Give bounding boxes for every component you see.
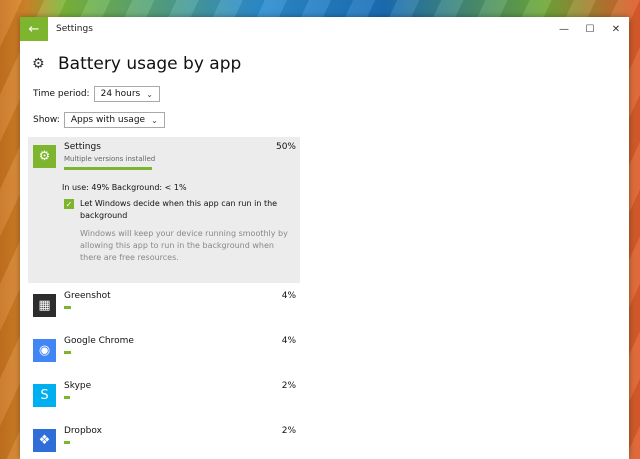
usage-bar	[64, 351, 152, 354]
dropbox-icon: ❖	[33, 429, 56, 452]
app-name: Dropbox	[64, 426, 102, 436]
page-title: Battery usage by app	[58, 54, 242, 74]
app-name: Settings	[64, 142, 101, 152]
window-title: Settings	[56, 24, 93, 34]
app-percent: 4%	[281, 336, 296, 346]
title-bar: ← Settings — ☐ ✕	[20, 17, 629, 41]
background-checkbox-row[interactable]: ✓ Let Windows decide when this app can r…	[64, 198, 300, 222]
usage-bar-fill	[64, 396, 70, 399]
usage-bar-fill	[64, 167, 152, 170]
settings-gear-icon: ⚙	[33, 145, 56, 168]
usage-bar	[64, 441, 152, 444]
time-period-label: Time period:	[33, 89, 90, 99]
expanded-app-item[interactable]: ⚙ Settings 50% Multiple versions install…	[28, 137, 300, 283]
show-dropdown[interactable]: Apps with usage ⌄	[63, 112, 165, 128]
usage-bar	[64, 167, 152, 170]
time-period-filter: Time period: 24 hours ⌄	[33, 86, 629, 102]
settings-window: ← Settings — ☐ ✕ ⚙ Battery usage by app …	[20, 17, 629, 459]
time-period-dropdown[interactable]: 24 hours ⌄	[93, 86, 160, 102]
gear-icon: ⚙	[32, 56, 45, 72]
chevron-down-icon: ⌄	[151, 115, 158, 125]
show-value: Apps with usage	[70, 115, 146, 125]
usage-bar	[64, 306, 152, 309]
chevron-down-icon: ⌄	[146, 89, 153, 99]
app-subtitle: Multiple versions installed	[64, 155, 156, 163]
maximize-button[interactable]: ☐	[577, 24, 603, 35]
checkbox-label: Let Windows decide when this app can run…	[80, 199, 278, 220]
app-name: Skype	[64, 381, 92, 391]
usage-bar-fill	[64, 306, 71, 309]
show-label: Show:	[33, 115, 60, 125]
background-description: Windows will keep your device running sm…	[80, 229, 288, 262]
app-percent: 50%	[275, 142, 296, 152]
show-filter: Show: Apps with usage ⌄	[33, 112, 629, 128]
skype-icon: S	[33, 384, 56, 407]
app-percent: 2%	[281, 426, 296, 436]
time-period-value: 24 hours	[100, 89, 141, 99]
app-percent: 2%	[281, 381, 296, 391]
app-list-item[interactable]: ▦ Greenshot 4%	[28, 287, 300, 327]
usage-bar	[64, 396, 152, 399]
back-button[interactable]: ←	[20, 17, 48, 41]
usage-bar-fill	[64, 351, 71, 354]
app-list-item[interactable]: ❖ Dropbox 2%	[28, 422, 300, 459]
close-button[interactable]: ✕	[603, 24, 629, 35]
checkbox-checked-icon[interactable]: ✓	[64, 199, 74, 209]
page-header: ⚙ Battery usage by app	[32, 54, 629, 74]
in-use-text: In use: 49% Background: < 1%	[62, 183, 187, 192]
app-list-item[interactable]: S Skype 2%	[28, 377, 300, 417]
app-name: Google Chrome	[64, 336, 134, 346]
app-percent: 4%	[281, 291, 296, 301]
greenshot-icon: ▦	[33, 294, 56, 317]
minimize-button[interactable]: —	[551, 24, 577, 35]
app-list-item[interactable]: ◉ Google Chrome 4%	[28, 332, 300, 372]
chrome-icon: ◉	[33, 339, 56, 362]
app-name: Greenshot	[64, 291, 111, 301]
back-arrow-icon: ←	[28, 21, 40, 37]
usage-bar-fill	[64, 441, 70, 444]
